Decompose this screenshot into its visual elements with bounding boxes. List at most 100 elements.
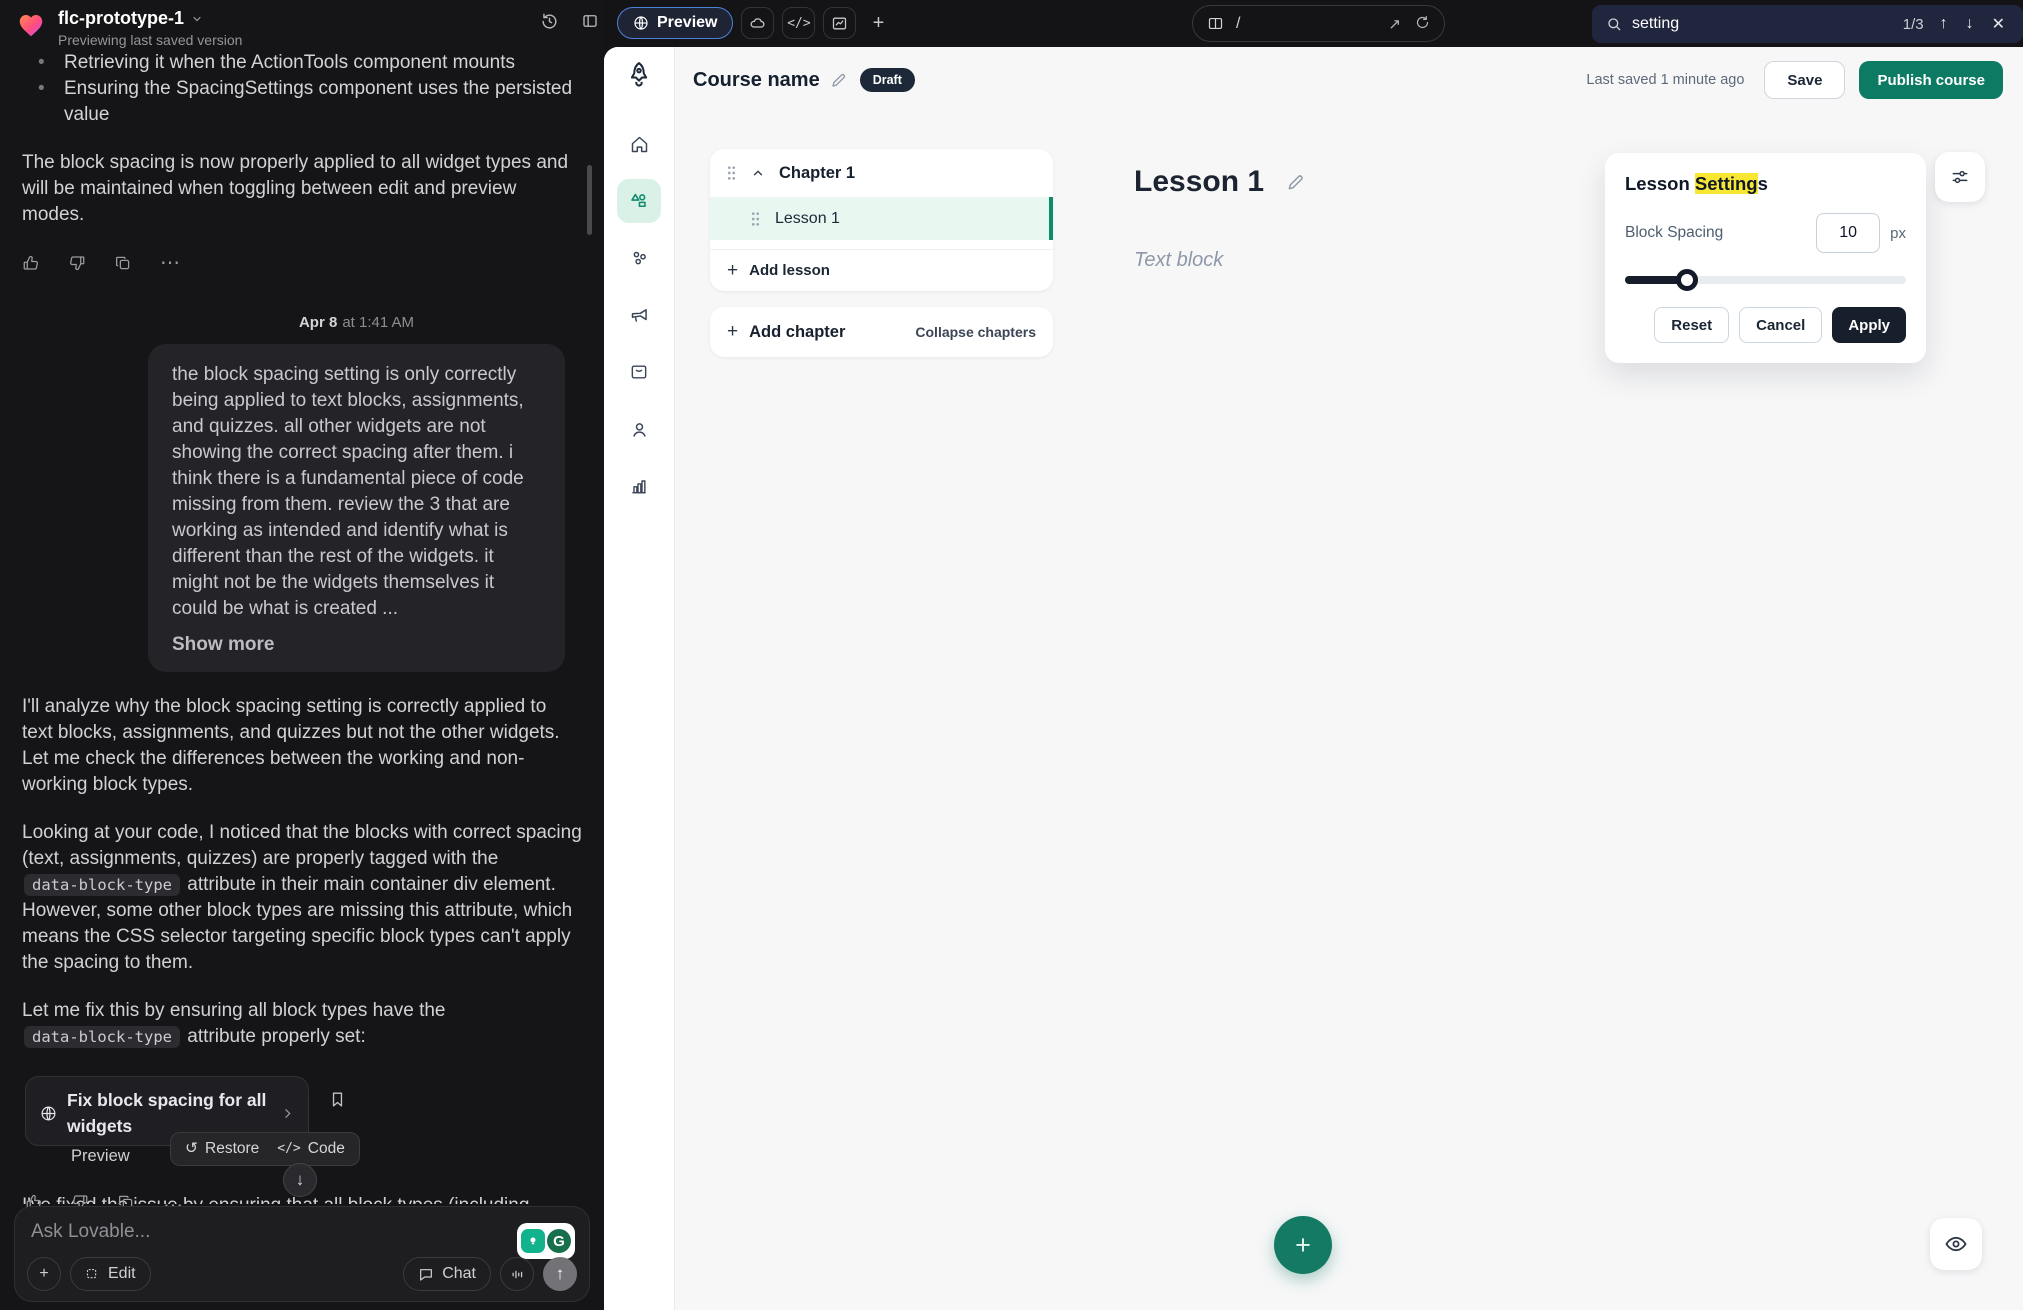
cloud-icon[interactable] [741, 7, 774, 39]
chat-mode-button[interactable]: Chat [403, 1257, 491, 1291]
thumbs-down-icon[interactable] [68, 254, 86, 272]
last-saved-text: Last saved 1 minute ago [1586, 72, 1744, 88]
search-highlight: Setting [1695, 173, 1758, 194]
history-icon[interactable] [540, 12, 559, 31]
thumbs-up-icon[interactable] [22, 254, 40, 272]
preview-panel: Course name Draft Last saved 1 minute ag… [604, 47, 2023, 1310]
sidebar-item-announcements[interactable] [617, 293, 661, 337]
rocket-logo-icon[interactable] [624, 60, 654, 90]
select-edit-icon [85, 1267, 100, 1282]
add-chapter-button[interactable]: + Add chapter [727, 321, 845, 343]
project-title[interactable]: flc-prototype-1 [58, 8, 184, 29]
search-next-icon[interactable]: ↓ [1962, 15, 1978, 33]
sidebar-item-inbox[interactable] [617, 350, 661, 394]
apply-button[interactable]: Apply [1832, 307, 1906, 343]
lesson-settings-panel: Lesson Settings Block Spacing px Reset C… [1605, 153, 1926, 363]
refresh-icon[interactable] [1415, 15, 1430, 33]
settings-toggle-button[interactable] [1935, 152, 1985, 202]
lesson-title: Lesson 1 [775, 210, 840, 228]
app: flc-prototype-1 Previewing last saved ve… [0, 0, 2023, 1310]
globe-icon [633, 15, 649, 31]
assistant-message: The block spacing is now properly applie… [22, 150, 582, 228]
bullet-item: Ensuring the SpacingSettings component u… [22, 76, 582, 128]
search-close-icon[interactable]: ✕ [1988, 14, 2009, 34]
topbar: Preview </> + / ↗ [604, 0, 2023, 47]
message-actions: ⋯ [22, 250, 582, 276]
scroll-to-bottom-button[interactable]: ↓ [283, 1163, 317, 1197]
block-spacing-label: Block Spacing [1625, 224, 1816, 242]
chapter-row[interactable]: Chapter 1 [710, 149, 1053, 197]
grammarly-bulb-icon [521, 1229, 545, 1253]
voice-input-button[interactable] [500, 1257, 534, 1291]
sidebar-item-profile[interactable] [617, 407, 661, 451]
sidebar-item-courses[interactable] [617, 179, 661, 223]
drag-handle-icon[interactable] [726, 165, 737, 181]
chat-panel: flc-prototype-1 Previewing last saved ve… [0, 0, 604, 1310]
assistant-bullet-list: Retrieving it when the ActionTools compo… [22, 50, 582, 128]
send-button[interactable]: ↑ [543, 1257, 577, 1291]
project-info[interactable]: flc-prototype-1 Previewing last saved ve… [58, 8, 242, 48]
user-message-text: the block spacing setting is only correc… [172, 362, 541, 622]
more-options-icon[interactable]: ⋯ [160, 250, 182, 276]
publish-course-button[interactable]: Publish course [1859, 61, 2003, 99]
url-bar[interactable]: / ↗ [1192, 5, 1445, 42]
lovable-logo-icon[interactable] [16, 10, 46, 40]
version-card-wrap: Fix block spacing for all widgets Previe… [22, 1076, 582, 1170]
chat-messages: Retrieving it when the ActionTools compo… [0, 44, 604, 1204]
text-block-placeholder[interactable]: Text block [1134, 249, 1223, 272]
composer-toolbar: + Edit Chat ↑ [27, 1257, 577, 1291]
attach-button[interactable]: + [27, 1257, 61, 1291]
chat-scrollbar[interactable] [587, 165, 592, 235]
sidebar-item-community[interactable] [617, 236, 661, 280]
code-view-icon[interactable]: </> [782, 7, 815, 39]
add-view-icon[interactable]: + [864, 12, 892, 35]
grammarly-badge[interactable]: G [517, 1223, 575, 1259]
copy-icon[interactable] [114, 254, 132, 272]
preview-toggle-button[interactable] [1930, 1218, 1982, 1270]
app-sidebar [604, 47, 675, 1310]
analytics-icon[interactable] [823, 7, 856, 39]
add-lesson-button[interactable]: + Add lesson [710, 249, 1053, 291]
chapters-card: Chapter 1 Lesson 1 + Add lesson [710, 149, 1053, 291]
slider-thumb[interactable] [1676, 269, 1698, 291]
search-count: 1/3 [1903, 16, 1924, 33]
open-external-icon[interactable]: ↗ [1388, 15, 1401, 33]
unit-label: px [1890, 225, 1906, 242]
edit-lesson-name-icon[interactable] [1286, 172, 1306, 192]
bookmark-icon[interactable] [328, 1090, 347, 1109]
reset-button[interactable]: Reset [1654, 307, 1729, 343]
save-button[interactable]: Save [1764, 61, 1845, 99]
show-more-link[interactable]: Show more [172, 632, 541, 658]
version-actions: ↺Restore </>Code [170, 1132, 360, 1166]
collapse-chapters-button[interactable]: Collapse chapters [915, 324, 1036, 340]
sidebar-item-analytics[interactable] [617, 464, 661, 508]
block-spacing-input[interactable] [1816, 213, 1880, 253]
panel-toggle-icon[interactable] [581, 12, 599, 31]
preview-button[interactable]: Preview [617, 7, 733, 39]
collapse-chapter-icon[interactable] [751, 166, 765, 180]
view-switcher: Preview </> + [617, 7, 892, 39]
chevron-down-icon [191, 13, 203, 25]
url-path[interactable]: / [1236, 15, 1376, 33]
message-timestamp: Apr 8at 1:41 AM [148, 310, 565, 336]
code-button[interactable]: </>Code [277, 1136, 345, 1162]
cancel-button[interactable]: Cancel [1739, 307, 1822, 343]
plus-icon: + [727, 260, 738, 282]
reader-icon [1207, 15, 1224, 32]
search-prev-icon[interactable]: ↑ [1936, 15, 1952, 33]
edit-mode-button[interactable]: Edit [70, 1257, 151, 1291]
drag-handle-icon[interactable] [750, 211, 761, 227]
inline-code: data-block-type [24, 1026, 180, 1048]
composer-input[interactable]: Ask Lovable... [31, 1221, 573, 1243]
restore-button[interactable]: ↺Restore [185, 1136, 259, 1162]
draft-badge: Draft [860, 68, 915, 92]
block-spacing-slider[interactable] [1625, 269, 1906, 291]
add-block-fab[interactable]: + [1274, 1216, 1332, 1274]
course-name: Course name [693, 69, 820, 92]
sidebar-item-home[interactable] [617, 122, 661, 166]
lesson-item-selected[interactable]: Lesson 1 [710, 197, 1053, 240]
edit-course-name-icon[interactable] [830, 71, 848, 89]
user-message-bubble: the block spacing setting is only correc… [148, 344, 565, 672]
assistant-message: Let me fix this by ensuring all block ty… [22, 998, 582, 1050]
search-input[interactable] [1632, 15, 1893, 33]
